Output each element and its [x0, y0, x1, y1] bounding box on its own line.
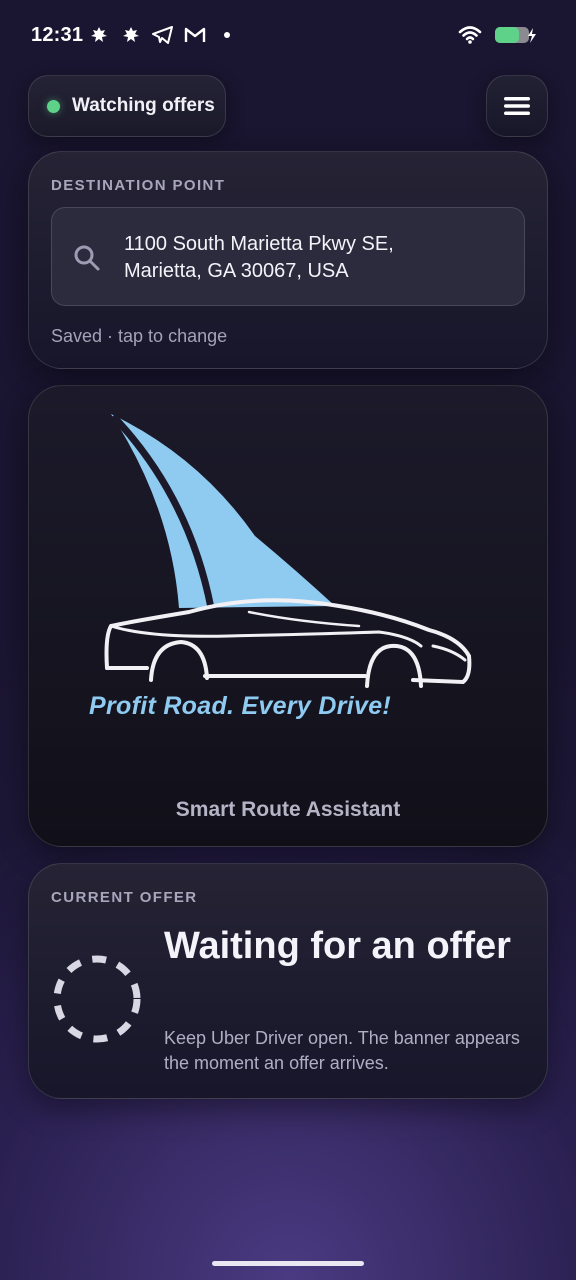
offer-status-title: Waiting for an offer [164, 925, 511, 967]
gmail-icon [184, 24, 206, 46]
status-time: 12:31 [31, 24, 84, 46]
address-line-2: Marietta, GA 30067, USA [124, 260, 349, 282]
offer-status-description: Keep Uber Driver open. The banner appear… [164, 1028, 520, 1073]
address-line-1: 1100 South Marietta Pkwy SE, [124, 233, 394, 255]
destination-section-label: DESTINATION POINT [51, 177, 226, 194]
destination-card[interactable]: DESTINATION POINT 1100 South Marietta Pk… [28, 151, 548, 369]
watching-status-label: Watching offers [72, 95, 215, 116]
loading-spinner-icon [53, 955, 141, 1043]
battery-charging-icon [494, 25, 538, 50]
leaf-icon [88, 24, 110, 46]
watching-status-pill[interactable]: Watching offers [28, 75, 226, 137]
offer-section-label: CURRENT OFFER [51, 889, 198, 906]
brand-tagline: Profit Road. Every Drive! [89, 692, 392, 720]
app-subtitle: Smart Route Assistant [175, 798, 401, 821]
status-dot-icon [47, 99, 60, 113]
notification-icons [88, 24, 238, 46]
dot-icon [216, 24, 238, 46]
search-icon [74, 245, 100, 271]
leaf-icon [120, 24, 142, 46]
destination-hint: Saved · tap to change [51, 326, 228, 346]
system-icons [458, 25, 538, 50]
current-offer-card: CURRENT OFFER Waiting for an offer Keep … [28, 863, 548, 1099]
status-bar: 12:31 [0, 0, 576, 72]
brand-card: Profit Road. Every Drive! Smart Route As… [28, 385, 548, 847]
destination-address-field[interactable]: 1100 South Marietta Pkwy SE, Marietta, G… [51, 207, 525, 306]
hamburger-menu-icon [504, 97, 530, 115]
wifi-icon [458, 25, 482, 50]
home-indicator[interactable] [212, 1261, 364, 1266]
destination-address: 1100 South Marietta Pkwy SE, Marietta, G… [124, 231, 504, 285]
telegram-icon [152, 24, 174, 46]
menu-button[interactable] [486, 75, 548, 137]
